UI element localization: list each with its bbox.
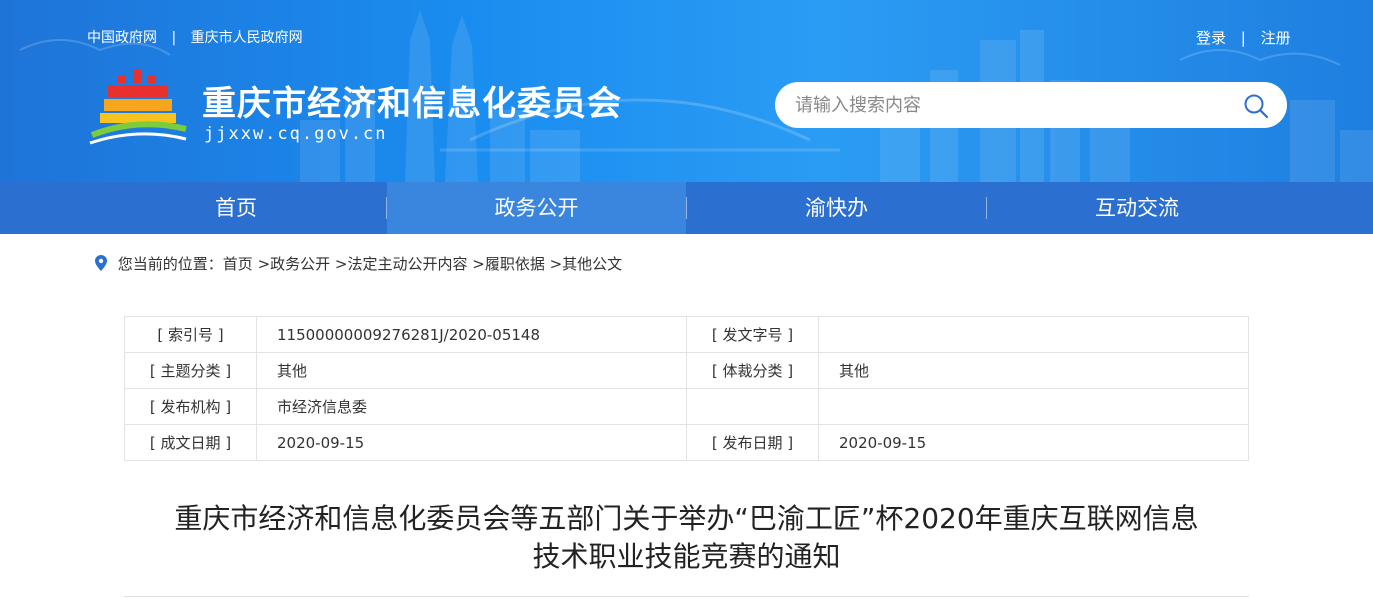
meta-value-publish-date: 2020-09-15 <box>818 424 1249 461</box>
register-link[interactable]: 注册 <box>1261 29 1291 47</box>
meta-value-genre: 其他 <box>818 352 1249 389</box>
site-domain: jjxxw.cq.gov.cn <box>204 124 388 144</box>
meta-key-genre: [ 体裁分类 ] <box>686 352 819 389</box>
table-row: [ 成文日期 ] 2020-09-15 [ 发布日期 ] 2020-09-15 <box>124 424 1249 461</box>
site-logo-icon[interactable] <box>88 67 188 147</box>
breadcrumb-statutory[interactable]: >法定主动公开内容 <box>330 255 468 273</box>
breadcrumb: 您当前的位置：首页 >政务公开 >法定主动公开内容 >履职依据 >其他公文 <box>95 253 622 274</box>
location-pin-icon <box>95 255 107 271</box>
main-nav: 首页 政务公开 渝快办 互动交流 <box>0 182 1373 234</box>
nav-item-gov-affairs[interactable]: 政务公开 <box>387 182 686 234</box>
breadcrumb-other-docs[interactable]: >其他公文 <box>545 255 623 273</box>
gov-cn-link[interactable]: 中国政府网 <box>87 30 157 46</box>
nav-item-home[interactable]: 首页 <box>86 182 386 234</box>
site-title: 重庆市经济和信息化委员会 <box>202 84 622 124</box>
document-title: 重庆市经济和信息化委员会等五部门关于举办“巴渝工匠”杯2020年重庆互联网信息 … <box>124 500 1249 576</box>
meta-value-topic: 其他 <box>256 352 687 389</box>
meta-key-index: [ 索引号 ] <box>124 316 257 353</box>
table-row: [ 发布机构 ] 市经济信息委 <box>124 388 1249 425</box>
top-links: 中国政府网 | 重庆市人民政府网 <box>87 27 303 47</box>
breadcrumb-prefix: 您当前的位置： <box>117 255 223 273</box>
search-box <box>775 82 1287 128</box>
auth-links: 登录 | 注册 <box>1196 27 1291 48</box>
document-metadata-table: [ 索引号 ] 11500000009276281J/2020-05148 [ … <box>124 316 1249 461</box>
meta-value-index: 11500000009276281J/2020-05148 <box>256 316 687 353</box>
breadcrumb-gov-affairs[interactable]: >政务公开 <box>253 255 331 273</box>
meta-key-publisher: [ 发布机构 ] <box>124 388 257 425</box>
search-icon[interactable] <box>1243 93 1269 119</box>
table-row: [ 主题分类 ] 其他 [ 体裁分类 ] 其他 <box>124 352 1249 389</box>
meta-key-written-date: [ 成文日期 ] <box>124 424 257 461</box>
cq-gov-link[interactable]: 重庆市人民政府网 <box>191 30 303 46</box>
meta-key-publish-date: [ 发布日期 ] <box>686 424 819 461</box>
document-title-line-1: 重庆市经济和信息化委员会等五部门关于举办“巴渝工匠”杯2020年重庆互联网信息 <box>174 502 1199 535</box>
nav-item-yukuaiban[interactable]: 渝快办 <box>687 182 986 234</box>
meta-value-publisher: 市经济信息委 <box>256 388 687 425</box>
meta-key-doc-number: [ 发文字号 ] <box>686 316 819 353</box>
link-separator: | <box>171 30 177 46</box>
auth-separator: | <box>1240 29 1246 47</box>
nav-item-interaction[interactable]: 互动交流 <box>987 182 1287 234</box>
meta-value-empty <box>818 388 1249 425</box>
site-header: 中国政府网 | 重庆市人民政府网 登录 | 注册 重庆市经济和信息化委员会 jj… <box>0 0 1373 182</box>
meta-value-doc-number <box>818 316 1249 353</box>
meta-key-empty <box>686 388 819 425</box>
title-divider <box>124 596 1249 597</box>
search-input[interactable] <box>795 92 1235 118</box>
breadcrumb-duty-basis[interactable]: >履职依据 <box>468 255 545 273</box>
meta-value-written-date: 2020-09-15 <box>256 424 687 461</box>
document-title-line-2: 技术职业技能竞赛的通知 <box>532 540 841 573</box>
login-link[interactable]: 登录 <box>1196 29 1226 47</box>
breadcrumb-home[interactable]: 首页 <box>223 255 253 273</box>
table-row: [ 索引号 ] 11500000009276281J/2020-05148 [ … <box>124 316 1249 353</box>
meta-key-topic: [ 主题分类 ] <box>124 352 257 389</box>
